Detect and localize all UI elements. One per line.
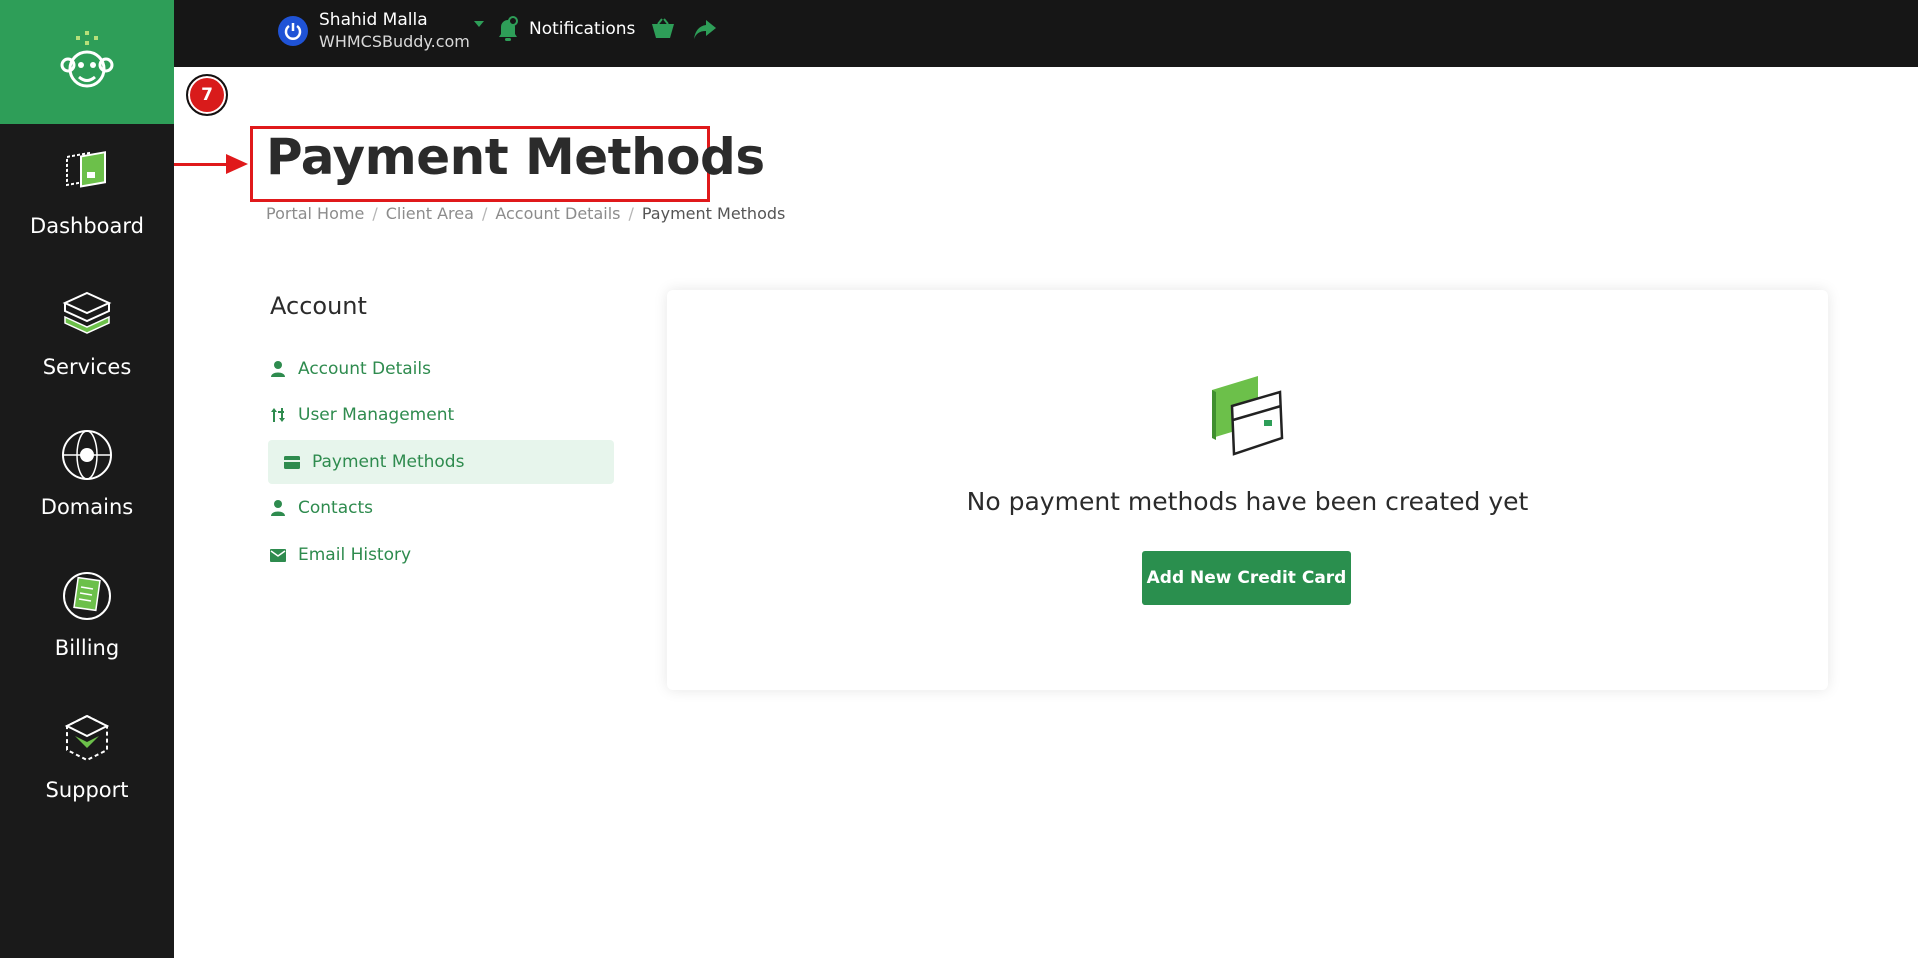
breadcrumb-current: Payment Methods [641,204,786,223]
chevron-down-icon[interactable] [474,21,484,27]
logo[interactable] [0,0,174,124]
account-menu-item-account-details[interactable]: Account Details [266,348,616,390]
sidebar: Dashboard Services Domains Billing Suppo… [0,0,174,958]
top-bar: Shahid Malla WHMCSBuddy.com Notification… [174,0,1918,67]
envelope-icon [268,545,288,565]
empty-state-message: No payment methods have been created yet [966,487,1529,516]
credit-card-icon [282,452,302,472]
breadcrumb-client-area[interactable]: Client Area [386,204,474,223]
breadcrumb-separator: / [372,204,378,223]
globe-icon [59,427,115,483]
breadcrumb-separator: / [481,204,488,223]
sidebar-item-label: Domains [40,495,134,519]
user-name: Shahid Malla [319,10,428,30]
notifications-button[interactable]: Notifications [497,16,635,42]
support-icon [59,710,115,766]
account-menu-label: Payment Methods [312,452,465,472]
power-icon [278,16,308,46]
account-menu-label: Account Details [298,359,431,379]
sidebar-item-support[interactable]: Support [0,710,174,802]
monkey-logo-icon [60,31,114,88]
account-menu-label: Email History [298,545,412,565]
cart-icon[interactable] [650,18,676,46]
sidebar-item-label: Services [42,355,132,379]
breadcrumb-separator: / [628,204,634,223]
breadcrumb: Portal Home / Client Area / Account Deta… [266,204,785,223]
account-menu-label: User Management [298,405,455,425]
annotation-arrow-line [174,163,230,166]
sidebar-item-services[interactable]: Services [0,287,174,379]
user-icon [268,359,288,379]
breadcrumb-portal-home[interactable]: Portal Home [266,204,364,223]
sidebar-item-label: Support [45,778,129,802]
account-menu-heading: Account [270,292,367,320]
user-icon [268,498,288,518]
logout-arrow-icon[interactable] [692,18,718,46]
dashboard-icon [59,146,115,202]
sidebar-item-label: Dashboard [30,214,144,238]
account-menu-item-user-management[interactable]: User Management [266,394,616,436]
page-title: Payment Methods [266,128,765,186]
account-menu-item-contacts[interactable]: Contacts [266,487,616,529]
sidebar-item-dashboard[interactable]: Dashboard [0,146,174,238]
credit-card-illustration-icon [1206,372,1288,460]
user-menu[interactable]: Shahid Malla WHMCSBuddy.com [278,10,470,52]
user-site: WHMCSBuddy.com [319,32,470,51]
account-menu-item-email-history[interactable]: Email History [266,534,616,576]
bell-icon [499,16,518,41]
step-number-badge: 7 [186,74,228,116]
billing-icon [59,568,115,624]
account-menu-item-payment-methods[interactable]: Payment Methods [268,440,614,484]
sidebar-item-label: Billing [54,636,120,660]
annotation-arrow-icon [226,154,248,174]
sidebar-item-domains[interactable]: Domains [0,427,174,519]
sidebar-item-billing[interactable]: Billing [0,568,174,660]
account-menu-label: Contacts [298,498,373,518]
sort-arrows-icon [268,405,288,425]
notifications-label: Notifications [529,19,636,39]
add-new-credit-card-button[interactable]: Add New Credit Card [1142,551,1351,605]
breadcrumb-account-details[interactable]: Account Details [495,204,620,223]
services-icon [59,287,115,343]
